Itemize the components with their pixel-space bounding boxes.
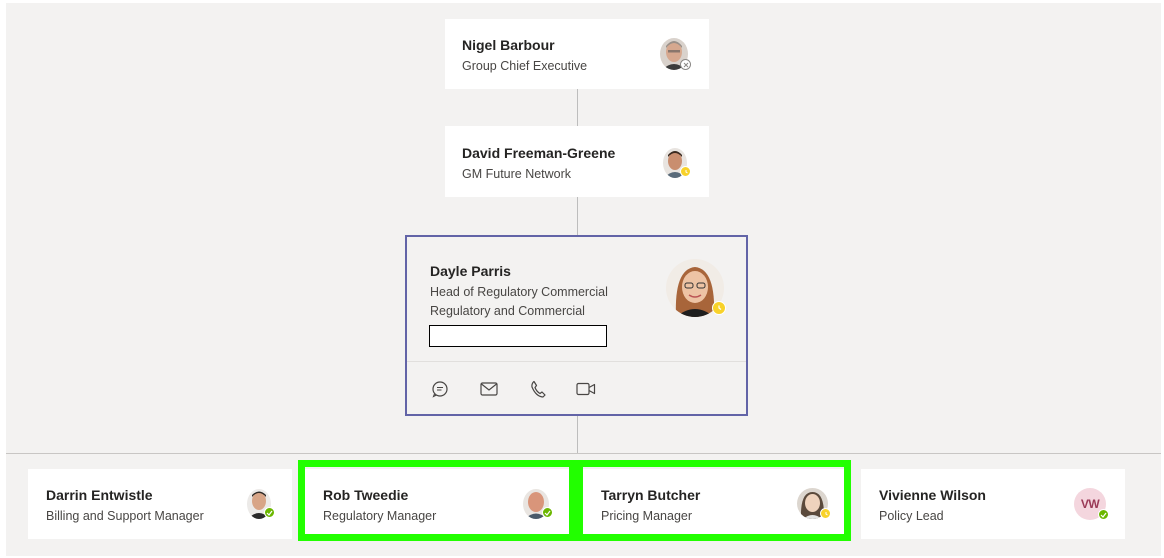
avatar[interactable] [247, 489, 275, 519]
presence-available-icon [1098, 509, 1109, 520]
report-card-darrin-entwistle[interactable]: Darrin Entwistle Billing and Support Man… [28, 469, 292, 539]
person-name: Nigel Barbour [462, 37, 555, 53]
person-name: David Freeman-Greene [462, 145, 616, 161]
person-title: Policy Lead [879, 509, 944, 523]
call-icon[interactable] [527, 378, 549, 400]
highlight-box [576, 460, 851, 541]
person-title: Billing and Support Manager [46, 509, 204, 523]
card-divider [407, 361, 746, 362]
person-name: Darrin Entwistle [46, 487, 153, 503]
mail-icon[interactable] [478, 378, 500, 400]
connector-line [577, 416, 578, 453]
reports-divider-line [6, 453, 1161, 454]
presence-offline-icon [680, 59, 691, 70]
person-department: Regulatory and Commercial [430, 304, 585, 318]
chat-icon[interactable] [429, 378, 451, 400]
avatar[interactable] [660, 38, 691, 70]
avatar[interactable]: VW [1074, 488, 1109, 520]
presence-available-icon [264, 507, 275, 518]
connector-line [577, 197, 578, 235]
person-name: Vivienne Wilson [879, 487, 986, 503]
presence-away-icon [712, 301, 726, 315]
connector-line [577, 89, 578, 126]
video-icon[interactable] [575, 378, 597, 400]
person-title: Group Chief Executive [462, 59, 588, 73]
manager-card-nigel-barbour[interactable]: Nigel Barbour Group Chief Executive [445, 19, 709, 89]
manager-card-david-freeman-greene[interactable]: David Freeman-Greene GM Future Network [445, 126, 709, 197]
avatar[interactable] [663, 148, 691, 178]
presence-away-icon [680, 166, 691, 177]
redacted-field [429, 325, 607, 347]
focused-person-card[interactable]: Dayle Parris Head of Regulatory Commerci… [405, 235, 748, 416]
person-title: Head of Regulatory Commercial [430, 285, 608, 299]
person-name: Dayle Parris [430, 263, 511, 279]
person-title: GM Future Network [462, 167, 572, 181]
avatar[interactable] [666, 259, 726, 317]
highlight-box [298, 460, 576, 541]
report-card-vivienne-wilson[interactable]: Vivienne Wilson Policy Lead VW [861, 469, 1125, 539]
